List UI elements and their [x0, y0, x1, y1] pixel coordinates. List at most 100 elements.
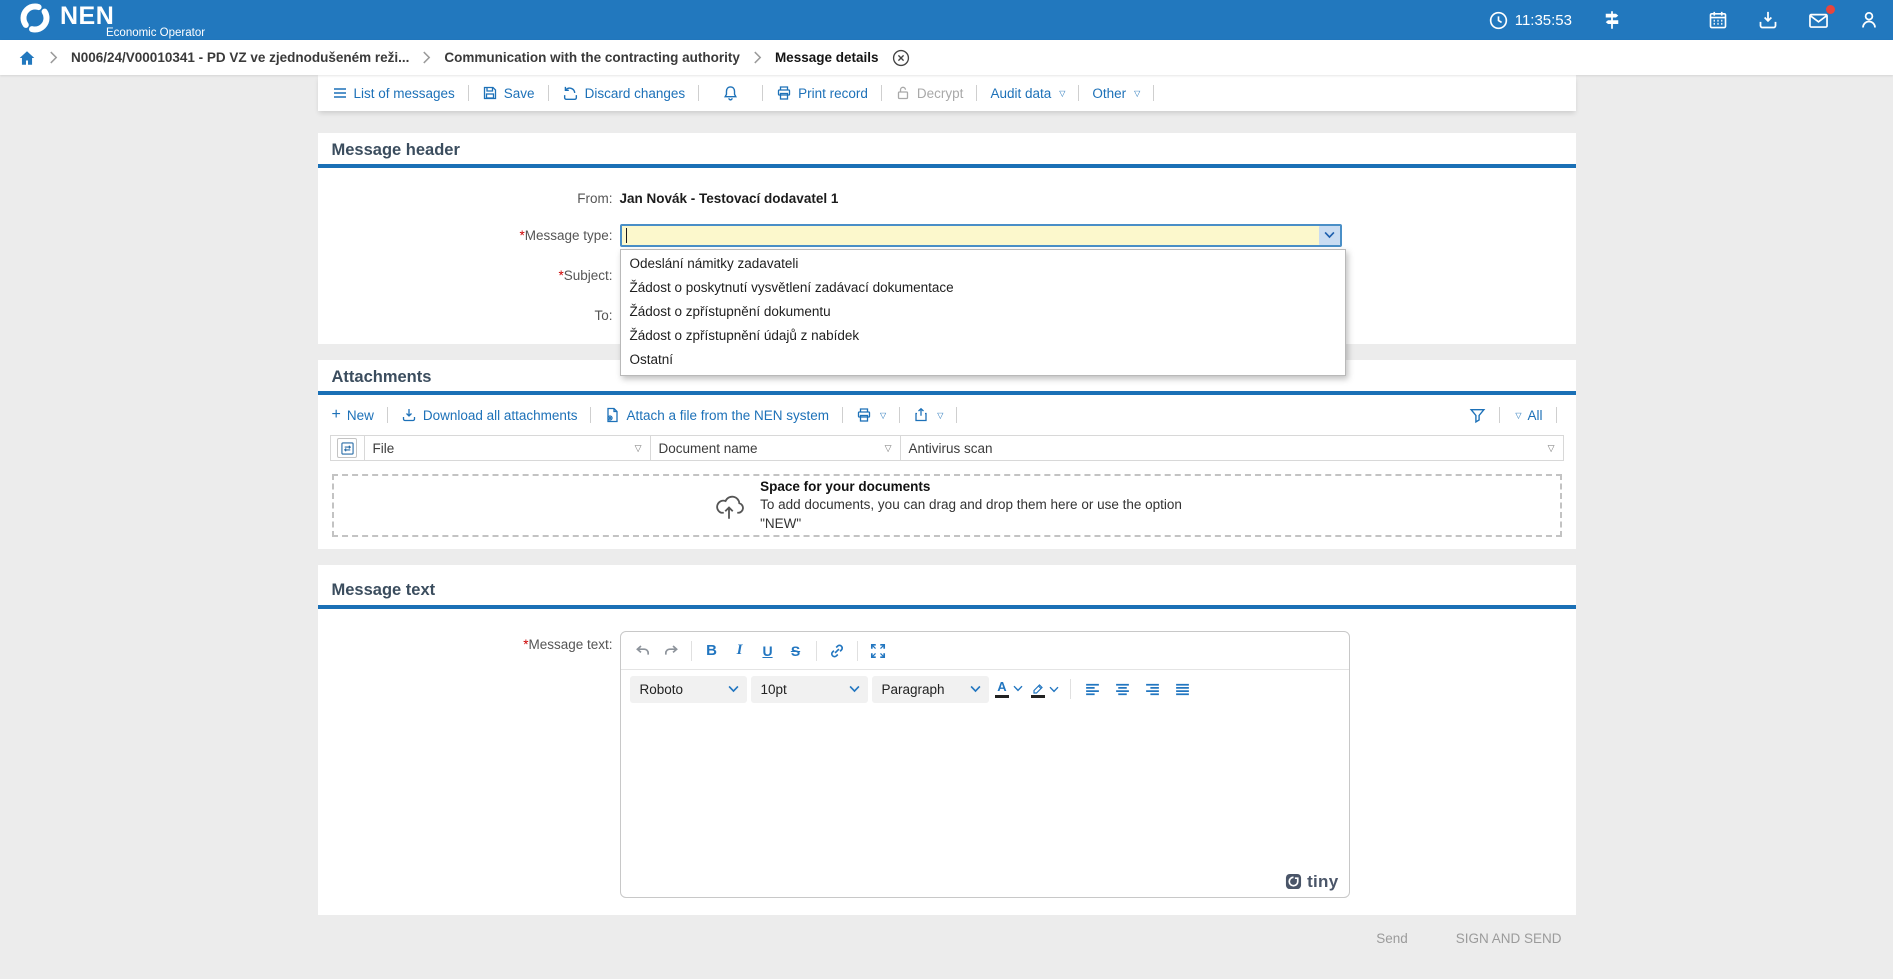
- breadcrumb-communication[interactable]: Communication with the contracting autho…: [444, 50, 740, 65]
- print-record-button[interactable]: Print record: [772, 85, 872, 101]
- export-attachments-button[interactable]: ▽: [909, 407, 947, 423]
- section-title-message-header: Message header: [332, 141, 1562, 160]
- align-center-icon: [1114, 681, 1131, 698]
- section-underline: [318, 605, 1576, 609]
- insert-link-button[interactable]: [824, 638, 850, 664]
- attach-from-nen-button[interactable]: Attach a file from the NEN system: [600, 407, 833, 423]
- notifications-button[interactable]: [708, 85, 753, 102]
- home-button[interactable]: [18, 49, 36, 67]
- divider: [857, 641, 858, 661]
- calendar-button[interactable]: [1708, 10, 1728, 30]
- profile-button[interactable]: [1859, 10, 1879, 30]
- underline-button[interactable]: U: [755, 638, 781, 664]
- undo-button[interactable]: [630, 638, 656, 664]
- list-of-messages-button[interactable]: List of messages: [328, 85, 459, 101]
- dropdown-triangle-icon: ▽: [880, 411, 886, 420]
- dropdown-option[interactable]: Žádost o zpřístupnění dokumentu: [621, 300, 1345, 324]
- bold-button[interactable]: B: [699, 638, 725, 664]
- print-attachments-button[interactable]: ▽: [852, 407, 890, 423]
- column-header-antivirus-scan[interactable]: Antivirus scan ▽: [901, 436, 1563, 460]
- text-color-button[interactable]: A: [993, 680, 1025, 698]
- audit-data-button[interactable]: Audit data ▽: [986, 86, 1069, 101]
- redo-icon: [662, 642, 680, 660]
- column-header-file[interactable]: File ▽: [365, 436, 651, 460]
- home-icon: [18, 49, 36, 67]
- dropdown-option[interactable]: Žádost o zpřístupnění údajů z nabídek: [621, 324, 1345, 348]
- strikethrough-button[interactable]: S: [783, 638, 809, 664]
- message-type-combobox[interactable]: [620, 224, 1342, 247]
- guidepost-button[interactable]: [1602, 10, 1622, 30]
- dropdown-option[interactable]: Odeslání námitky zadavateli: [621, 252, 1345, 276]
- nen-logo[interactable]: NEN Economic Operator: [18, 1, 205, 40]
- divider: [899, 407, 900, 423]
- align-left-button[interactable]: [1080, 676, 1106, 702]
- filter-button[interactable]: [1465, 407, 1490, 424]
- other-button[interactable]: Other ▽: [1088, 86, 1144, 101]
- column-filter-icon[interactable]: ▽: [885, 443, 892, 454]
- divider: [590, 407, 591, 423]
- column-filter-icon[interactable]: ▽: [635, 443, 642, 454]
- list-of-messages-label: List of messages: [354, 86, 455, 101]
- column-settings-cell[interactable]: [331, 436, 365, 460]
- discard-changes-button[interactable]: Discard changes: [558, 85, 690, 102]
- filter-all-button[interactable]: ▽ All: [1509, 408, 1546, 423]
- paragraph-format-select[interactable]: Paragraph: [872, 676, 989, 703]
- user-icon: [1859, 10, 1879, 30]
- text-cursor: [626, 228, 627, 243]
- dropdown-triangle-icon: ▽: [1515, 411, 1521, 420]
- to-label: To:: [318, 308, 620, 323]
- dropdown-option[interactable]: Ostatní: [621, 348, 1345, 372]
- breadcrumb: N006/24/V00010341 - PD VZ ve zjednodušen…: [0, 40, 1893, 75]
- clock: 11:35:53: [1489, 11, 1572, 30]
- divider: [548, 85, 549, 101]
- funnel-icon: [1469, 407, 1486, 424]
- close-tab-button[interactable]: [892, 49, 910, 67]
- dropdown-option[interactable]: Žádost o poskytnutí vysvětlení zadávací …: [621, 276, 1345, 300]
- discard-icon: [562, 85, 579, 102]
- breadcrumb-procedure[interactable]: N006/24/V00010341 - PD VZ ve zjednodušen…: [71, 50, 409, 65]
- font-family-select[interactable]: Roboto: [630, 676, 747, 703]
- messages-button[interactable]: [1808, 10, 1829, 31]
- other-label: Other: [1092, 86, 1126, 101]
- save-button[interactable]: Save: [478, 85, 539, 101]
- align-left-icon: [1084, 681, 1101, 698]
- justify-button[interactable]: [1170, 676, 1196, 702]
- divider: [1499, 407, 1500, 423]
- chevron-down-icon: [970, 685, 981, 693]
- section-title-message-text: Message text: [332, 581, 1562, 600]
- nen-logo-icon: [18, 1, 52, 35]
- underline-icon: U: [762, 643, 772, 659]
- downloads-button[interactable]: [1758, 10, 1778, 30]
- unlock-icon: [895, 85, 911, 101]
- highlighter-icon: [1031, 681, 1046, 698]
- documents-dropzone[interactable]: Space for your documents To add document…: [332, 474, 1562, 537]
- list-icon: [332, 85, 348, 101]
- fullscreen-button[interactable]: [865, 638, 891, 664]
- sign-and-send-button[interactable]: SIGN AND SEND: [1456, 931, 1562, 946]
- italic-button[interactable]: I: [727, 638, 753, 664]
- attach-from-nen-label: Attach a file from the NEN system: [626, 408, 829, 423]
- chevron-down-icon: [849, 685, 860, 693]
- top-bar: NEN Economic Operator 11:35:53: [0, 0, 1893, 40]
- editor-content-area[interactable]: [621, 708, 1349, 866]
- italic-icon: I: [737, 642, 743, 659]
- divider: [1070, 679, 1071, 699]
- download-all-attachments-button[interactable]: Download all attachments: [397, 407, 582, 423]
- attachments-table-header: File ▽ Document name ▽ Antivirus scan ▽: [330, 435, 1564, 461]
- column-header-document-name[interactable]: Document name ▽: [651, 436, 901, 460]
- font-size-select[interactable]: 10pt: [751, 676, 868, 703]
- divider: [956, 407, 957, 423]
- redo-button[interactable]: [658, 638, 684, 664]
- new-attachment-button[interactable]: + New: [328, 407, 378, 423]
- attachments-toolbar: + New Download all attachments: [318, 395, 1576, 435]
- align-right-button[interactable]: [1140, 676, 1166, 702]
- align-center-button[interactable]: [1110, 676, 1136, 702]
- file-gear-icon: [604, 407, 620, 423]
- cloud-upload-icon: [711, 488, 747, 524]
- column-filter-icon[interactable]: ▽: [1548, 443, 1555, 454]
- combo-dropdown-button[interactable]: [1319, 226, 1340, 245]
- highlight-color-button[interactable]: [1029, 681, 1061, 698]
- justify-icon: [1174, 681, 1191, 698]
- breadcrumb-message-details[interactable]: Message details: [775, 50, 879, 65]
- send-button[interactable]: Send: [1376, 931, 1408, 946]
